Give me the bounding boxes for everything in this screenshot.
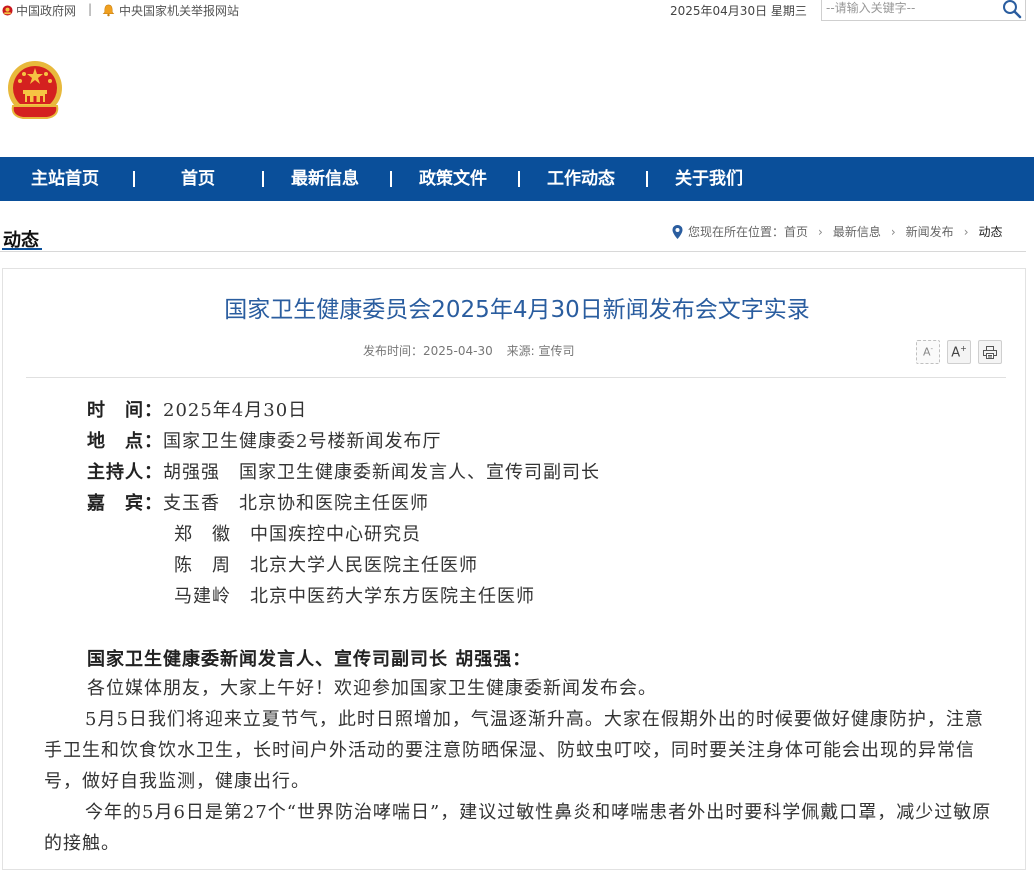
info-host: 主持人：胡强强 国家卫生健康委新闻发言人、宣传司副司长: [87, 458, 600, 484]
national-emblem: [7, 60, 63, 120]
publish-date: 2025-04-30: [423, 344, 493, 358]
print-button[interactable]: [978, 340, 1002, 364]
info-place: 地 点：国家卫生健康委2号楼新闻发布厅: [87, 427, 441, 453]
paragraph: 各位媒体朋友，大家上午好！欢迎参加国家卫生健康委新闻发布会。: [87, 678, 657, 699]
publish-label: 发布时间：: [363, 344, 424, 358]
search-box: [821, 0, 1026, 21]
top-bar: 中国政府网 | 中央国家机关举报网站 2025年04月30日 星期三: [0, 0, 1034, 21]
nav-item-policy[interactable]: 政策文件: [419, 157, 487, 201]
nav-divider: [390, 171, 392, 187]
host-label: 主持人：: [87, 462, 163, 483]
paragraph: 5月5日我们将迎来立夏节气，此时日照增加，气温逐渐升高。大家在假期外出的时候要做…: [44, 709, 984, 792]
current-date: 2025年04月30日 星期三: [670, 4, 807, 18]
font-increase-icon: A+: [951, 343, 967, 361]
nav-item-home[interactable]: 首页: [181, 157, 215, 201]
guest-item: 马建岭 北京中医药大学东方医院主任医师: [174, 586, 535, 607]
section-underline: [2, 248, 42, 250]
chevron-right-icon: ›: [963, 224, 969, 239]
gov-portal-link[interactable]: 中国政府网: [2, 2, 76, 19]
nav-item-work[interactable]: 工作动态: [547, 157, 615, 201]
search-icon: [1003, 0, 1022, 19]
time-label: 时 间：: [87, 400, 163, 421]
guests-label: 嘉 宾：: [87, 493, 163, 514]
time-value: 2025年4月30日: [163, 400, 308, 421]
breadcrumb-latest[interactable]: 最新信息: [833, 223, 881, 240]
gov-portal-label: 中国政府网: [16, 4, 77, 18]
article-source: 来源: 宣传司: [506, 344, 575, 358]
font-decrease-icon: A-: [922, 345, 934, 359]
search-button[interactable]: [1001, 0, 1023, 19]
national-emblem-icon: [8, 61, 62, 119]
place-label: 地 点：: [87, 431, 163, 452]
guest-item: 支玉香 北京协和医院主任医师: [163, 493, 429, 514]
report-site-label: 中央国家机关举报网站: [119, 4, 240, 18]
emblem-icon: [2, 5, 13, 16]
article-meta: 发布时间：2025-04-30 来源: 宣传司: [363, 342, 584, 359]
nav-item-main-home[interactable]: 主站首页: [31, 157, 99, 201]
top-separator: |: [88, 2, 93, 16]
breadcrumb-current[interactable]: 动态: [979, 223, 1003, 240]
guest-item: 陈 周 北京大学人民医院主任医师: [174, 555, 478, 576]
info-guests: 嘉 宾：支玉香 北京协和医院主任医师: [87, 489, 429, 515]
font-decrease-button[interactable]: A-: [916, 340, 940, 364]
bell-icon: [102, 4, 115, 17]
speaker-heading: 国家卫生健康委新闻发言人、宣传司副司长 胡强强：: [87, 649, 532, 670]
chevron-right-icon: ›: [818, 224, 823, 239]
breadcrumb-home[interactable]: 首页: [784, 223, 808, 240]
breadcrumb-news[interactable]: 新闻发布: [906, 223, 954, 240]
article-tools: A- A+: [916, 340, 1002, 364]
location-pin-icon: [672, 224, 683, 239]
breadcrumb: 您现在所在位置： 首页 › 最新信息 › 新闻发布 › 动态: [672, 223, 1003, 240]
article-divider: [26, 377, 1006, 378]
nav-divider: [646, 171, 648, 187]
info-time: 时 间：2025年4月30日: [87, 396, 307, 422]
search-input[interactable]: [822, 0, 986, 17]
nav-divider: [518, 171, 520, 187]
report-site-link[interactable]: 中央国家机关举报网站: [102, 2, 239, 19]
main-nav: 主站首页 首页 最新信息 政策文件 工作动态 关于我们: [0, 157, 1034, 201]
print-icon: [983, 345, 997, 359]
article-title: 国家卫生健康委员会2025年4月30日新闻发布会文字实录: [224, 297, 810, 323]
nav-divider: [262, 171, 264, 187]
host-value: 胡强强 国家卫生健康委新闻发言人、宣传司副司长: [163, 462, 600, 483]
breadcrumb-prefix: 您现在所在位置：: [688, 225, 785, 239]
nav-divider: [133, 171, 135, 187]
place-value: 国家卫生健康委2号楼新闻发布厅: [163, 431, 442, 452]
nav-item-latest[interactable]: 最新信息: [291, 157, 359, 201]
section-divider: [0, 251, 1026, 252]
font-increase-button[interactable]: A+: [947, 340, 971, 364]
guest-item: 郑 徽 中国疾控中心研究员: [174, 524, 421, 545]
nav-item-about[interactable]: 关于我们: [675, 157, 743, 201]
chevron-right-icon: ›: [890, 224, 896, 239]
